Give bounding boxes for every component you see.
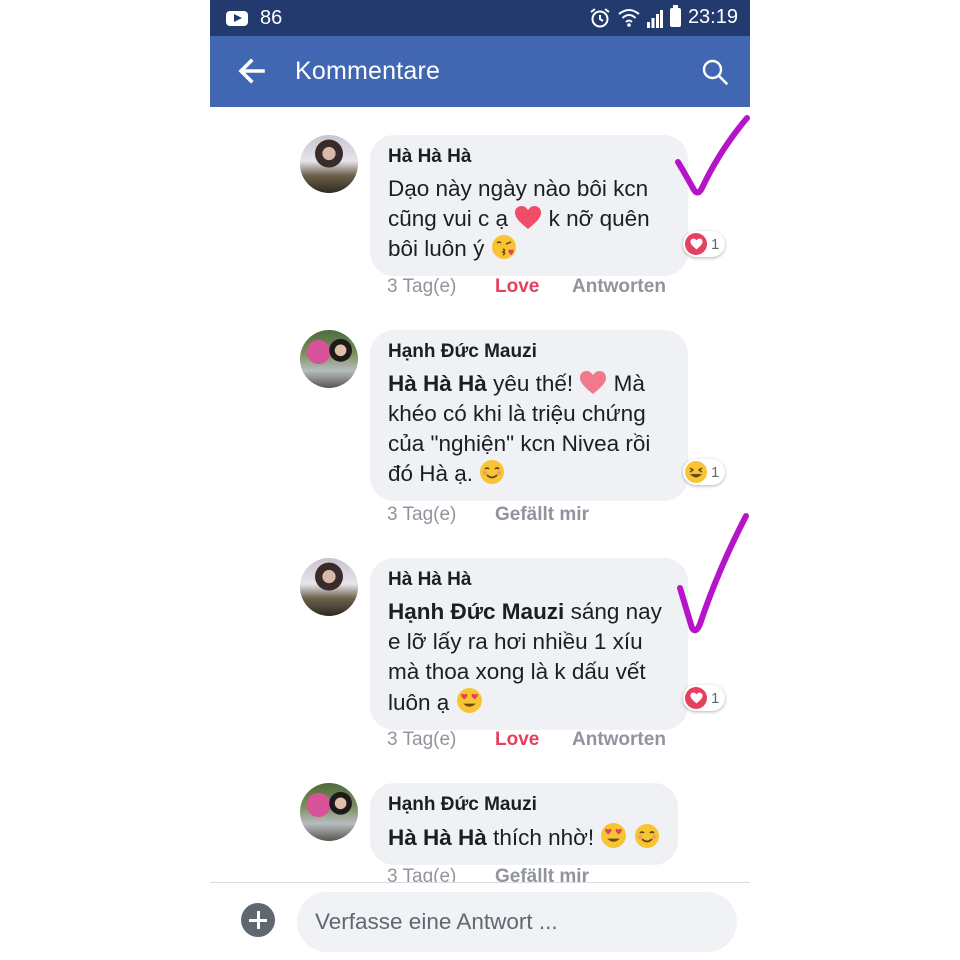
wifi-icon: [618, 8, 640, 27]
comment-bubble[interactable]: Hạnh Đức Mauzi Hà Hà Hà yêu thế! Mà khéo…: [370, 330, 688, 501]
status-bar: 86 23:19: [210, 0, 750, 36]
comment-text: Hà Hà Hà thích nhờ!: [388, 822, 660, 853]
haha-reaction-icon: [685, 461, 707, 483]
comment-actions: 3 Tag(e) Love Antworten: [387, 276, 666, 298]
comment-text: Dạo này ngày nào bôi kcn cũng vui c ạ k …: [388, 176, 650, 261]
mention-link[interactable]: Hạnh Đức Mauzi: [388, 599, 564, 624]
love-button[interactable]: Love: [495, 729, 572, 751]
search-icon[interactable]: [702, 59, 728, 85]
comment-actions: 3 Tag(e) Gefällt mir: [387, 504, 589, 526]
avatar[interactable]: [300, 558, 358, 616]
signal-icon: [646, 9, 663, 28]
alarm-icon: [590, 7, 610, 27]
love-reaction-icon: [685, 233, 707, 255]
mention-link[interactable]: Hà Hà Hà: [388, 371, 487, 396]
heart-eyes-emoji-icon: [456, 688, 482, 713]
app-bar: Kommentare: [210, 36, 750, 107]
comment-text: Hà Hà Hà yêu thế! Mà khéo có khi là triệ…: [388, 371, 651, 486]
comment-bubble[interactable]: Hà Hà Hà Dạo này ngày nào bôi kcn cũng v…: [370, 135, 688, 276]
love-reaction-icon: [685, 687, 707, 709]
comment-text: Hạnh Đức Mauzi sáng nay e lỡ lấy ra hơi …: [388, 599, 662, 715]
mention-link[interactable]: Hà Hà Hà: [388, 825, 487, 850]
status-icons: 23:19: [589, 5, 738, 29]
page-title: Kommentare: [295, 57, 441, 85]
comment-author[interactable]: Hạnh Đức Mauzi: [388, 341, 670, 363]
battery-icon: [669, 5, 681, 27]
comment-bubble[interactable]: Hà Hà Hà Hạnh Đức Mauzi sáng nay e lỡ lấ…: [370, 558, 688, 730]
smiling-face-emoji-icon: [480, 460, 505, 484]
avatar[interactable]: [300, 783, 358, 841]
love-button[interactable]: Love: [495, 276, 572, 298]
avatar[interactable]: [300, 330, 358, 388]
heart-emoji-icon: [580, 371, 607, 394]
checkmark-annotation: [677, 513, 749, 634]
smiling-face-emoji-icon: [634, 824, 659, 848]
comment-author[interactable]: Hà Hà Hà: [388, 146, 670, 168]
comment-time: 3 Tag(e): [387, 504, 457, 525]
comment-actions: 3 Tag(e) Love Antworten: [387, 729, 666, 751]
reply-button[interactable]: Antworten: [572, 729, 666, 751]
phone-screen: 86 23:19 Kommentare Hà Hà Hà Dạo này ngà…: [210, 0, 750, 960]
comment-bubble[interactable]: Hạnh Đức Mauzi Hà Hà Hà thích nhờ!: [370, 783, 678, 865]
status-time: 23:19: [687, 6, 738, 28]
avatar[interactable]: [300, 135, 358, 193]
heart-eyes-emoji-icon: [601, 823, 627, 848]
comment-author[interactable]: Hạnh Đức Mauzi: [388, 794, 660, 816]
reply-input[interactable]: [297, 892, 737, 952]
like-button[interactable]: Gefällt mir: [495, 504, 589, 526]
reaction-count-badge[interactable]: 1: [683, 231, 726, 257]
comment-time: 3 Tag(e): [387, 276, 457, 297]
checkmark-annotation: [675, 115, 750, 196]
reaction-count-badge[interactable]: 1: [683, 459, 726, 485]
back-arrow-icon[interactable]: [236, 56, 266, 86]
heart-emoji-icon: [515, 206, 542, 229]
reply-button[interactable]: Antworten: [572, 276, 666, 298]
reaction-count-badge[interactable]: 1: [683, 685, 726, 711]
notification-count: 86: [260, 7, 283, 29]
youtube-icon: [226, 11, 248, 26]
kissing-face-emoji-icon: [491, 235, 516, 259]
comment-time: 3 Tag(e): [387, 729, 457, 750]
comment-author[interactable]: Hà Hà Hà: [388, 569, 670, 591]
reply-composer: [210, 882, 750, 960]
plus-icon[interactable]: [241, 903, 275, 937]
